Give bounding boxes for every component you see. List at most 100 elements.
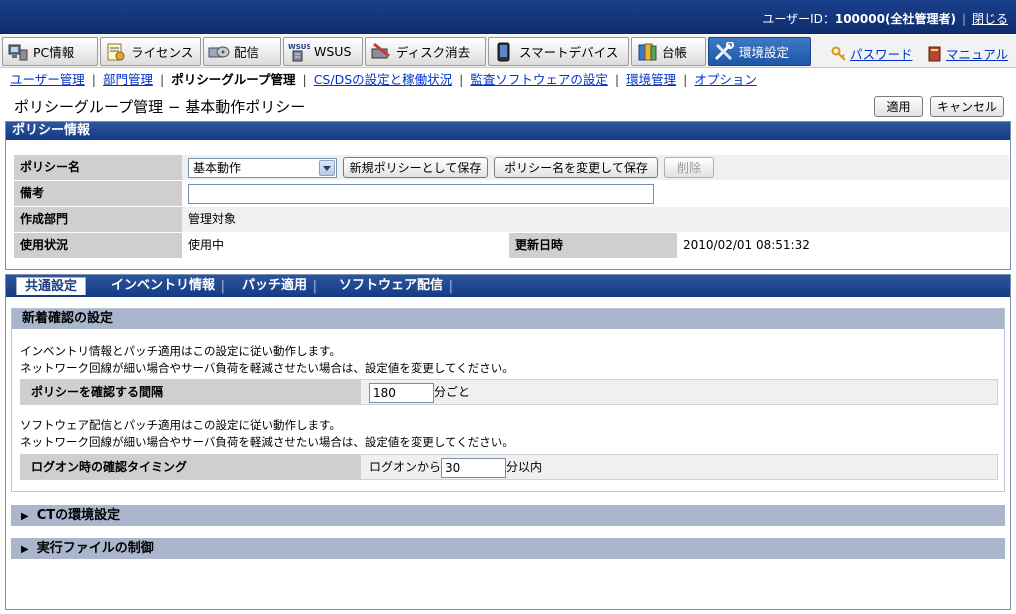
department-label: 作成部門 [14, 207, 182, 232]
delete-button[interactable]: 削除 [664, 157, 714, 178]
updated-at-label: 更新日時 [509, 233, 677, 258]
tab-patch-label: パッチ適用 [242, 278, 308, 293]
user-id-value: 100000(全社管理者) [834, 12, 956, 26]
tab-ledger-label: 台帳 [662, 45, 688, 60]
usage-status-value: 使用中 [182, 233, 509, 258]
interval-row: ポリシーを確認する間隔 180 分ごと [20, 379, 998, 405]
cancel-button[interactable]: キャンセル [930, 96, 1004, 117]
logon-unit: 分以内 [506, 460, 543, 474]
new-check-heading: 新着確認の設定 [12, 309, 1004, 329]
tab-disk-erase[interactable]: ディスク消去 [365, 37, 486, 66]
logon-minutes-input[interactable]: 30 [441, 457, 507, 478]
tab-disk-erase-label: ディスク消去 [396, 45, 471, 60]
department-row: 作成部門 管理対象 [14, 207, 1009, 232]
user-info: ユーザーID：100000(全社管理者) | 閉じる [762, 12, 1008, 26]
ct-settings-label: CTの環境設定 [36, 508, 121, 523]
tab-license[interactable]: ライセンス [100, 37, 201, 66]
tab-wsus-label: WSUS [314, 44, 352, 59]
tab-distribution[interactable]: 配信 [203, 37, 281, 66]
manual-link-wrap: マニュアル [927, 44, 1008, 63]
settings-tab-strip: 共通設定 インベントリ情報 | パッチ適用 | ソフトウェア配信 | [6, 275, 1010, 297]
chevron-down-icon[interactable] [319, 160, 335, 176]
subnav-policy-group-management: ポリシーグループ管理 [171, 72, 296, 87]
svg-text:WSUS: WSUS [288, 43, 310, 51]
tab-environment-settings[interactable]: 環境設定 [708, 37, 811, 66]
apply-button[interactable]: 適用 [874, 96, 923, 117]
sub-nav: ユーザー管理 | 部門管理 | ポリシーグループ管理 | CS/DSの設定と稼働状況 | 監査ソ… [10, 72, 757, 87]
policy-info-panel: ポリシー情報 ポリシー名 基本動作 新規ポリシーとして保存 ポリシー名を変更して… [5, 121, 1011, 270]
tab-software-distribution-label: ソフトウェア配信 [339, 278, 444, 293]
logon-prefix: ログオンから [369, 460, 442, 474]
smart-device-icon [493, 42, 515, 62]
tab-inventory[interactable]: インベントリ情報 | [103, 277, 225, 295]
interval-value-wrap: 180 分ごと [369, 380, 470, 404]
manual-link[interactable]: マニュアル [946, 44, 1008, 63]
interval-label: ポリシーを確認する間隔 [21, 380, 361, 404]
page-title: ポリシーグループ管理 − 基本動作ポリシー [14, 98, 306, 116]
tab-inventory-label: インベントリ情報 [111, 278, 216, 293]
license-icon [105, 42, 127, 62]
tab-wsus[interactable]: WSUS WSUS [283, 37, 363, 66]
subnav-environment-management[interactable]: 環境管理 [626, 72, 676, 87]
password-link[interactable]: パスワード [850, 44, 913, 63]
logon-timing-row: ログオン時の確認タイミング ログオンから 30 分以内 [20, 454, 998, 480]
manual-book-icon [927, 46, 943, 62]
subnav-audit-software-settings[interactable]: 監査ソフトウェアの設定 [470, 72, 608, 87]
tab-software-distribution[interactable]: ソフトウェア配信 | [331, 277, 453, 295]
executable-control-label: 実行ファイルの制御 [36, 541, 154, 556]
tab-license-label: ライセンス [131, 45, 194, 60]
remarks-input[interactable] [188, 184, 654, 204]
rename-and-save-button[interactable]: ポリシー名を変更して保存 [494, 157, 658, 178]
tab-environment-settings-label: 環境設定 [739, 45, 790, 60]
settings-panel: 共通設定 インベントリ情報 | パッチ適用 | ソフトウェア配信 | 新着確認の設定 … [5, 274, 1011, 610]
usage-status-row: 使用状況 使用中 更新日時 2010/02/01 08:51:32 [14, 233, 1009, 258]
subnav-cs-ds-settings[interactable]: CS/DSの設定と稼働状況 [314, 72, 452, 87]
distribution-icon [208, 42, 230, 62]
settings-icon [713, 40, 735, 62]
note-2b: ネットワーク回線が細い場合やサーバ負荷を軽減させたい場合は、設定値を変更してくだ… [20, 435, 514, 449]
remarks-row: 備考 [14, 181, 1009, 206]
tab-distribution-label: 配信 [234, 45, 260, 60]
remarks-label: 備考 [14, 181, 182, 206]
password-link-wrap: パスワード [831, 44, 913, 63]
wsus-icon: WSUS [288, 42, 312, 62]
key-icon [831, 46, 847, 62]
executable-control-section[interactable]: ▶ 実行ファイルの制御 [11, 538, 1005, 559]
policy-name-row: ポリシー名 基本動作 新規ポリシーとして保存 ポリシー名を変更して保存 削除 [14, 155, 1009, 180]
note-1a: インベントリ情報とパッチ適用はこの設定に従い動作します。 [20, 344, 341, 358]
disk-erase-icon [370, 42, 392, 62]
expand-triangle-icon: ▶ [21, 511, 29, 522]
tab-pc-info[interactable]: PC情報 [2, 37, 98, 66]
policy-name-label: ポリシー名 [14, 155, 182, 180]
tab-patch[interactable]: パッチ適用 | [234, 277, 317, 295]
note-1b: ネットワーク回線が細い場合やサーバ負荷を軽減させたい場合は、設定値を変更してくだ… [20, 361, 514, 375]
tab-ledger[interactable]: 台帳 [631, 37, 706, 66]
subnav-options[interactable]: オプション [694, 72, 757, 87]
note-2a: ソフトウェア配信とパッチ適用はこの設定に従い動作します。 [20, 418, 341, 432]
new-check-section: 新着確認の設定 インベントリ情報とパッチ適用はこの設定に従い動作します。 ネット… [11, 308, 1005, 492]
tab-common-settings[interactable]: 共通設定 [16, 277, 87, 295]
subnav-user-management[interactable]: ユーザー管理 [10, 72, 85, 87]
tab-smart-device[interactable]: スマートデバイス [488, 37, 629, 66]
policy-name-selected: 基本動作 [193, 161, 242, 175]
ct-settings-section[interactable]: ▶ CTの環境設定 [11, 505, 1005, 526]
interval-input[interactable]: 180 [369, 382, 434, 403]
top-header: ユーザーID：100000(全社管理者) | 閉じる [0, 0, 1016, 34]
save-as-new-button[interactable]: 新規ポリシーとして保存 [343, 157, 488, 178]
ledger-icon [636, 42, 658, 62]
policy-info-heading: ポリシー情報 [6, 122, 1010, 140]
subnav-department-management[interactable]: 部門管理 [103, 72, 153, 87]
logon-timing-value-wrap: ログオンから 30 分以内 [369, 455, 542, 479]
policy-name-select[interactable]: 基本動作 [188, 158, 337, 178]
main-nav: PC情報 ライセンス 配信 WSUS WSUS ディスク消去 スマートデバイス … [0, 35, 1016, 68]
pc-icon [7, 42, 29, 62]
department-value: 管理対象 [182, 207, 1009, 232]
user-id-label: ユーザーID： [762, 12, 835, 26]
tab-smart-device-label: スマートデバイス [519, 45, 619, 60]
tab-pc-info-label: PC情報 [33, 45, 75, 60]
logon-timing-label: ログオン時の確認タイミング [21, 455, 361, 479]
close-link[interactable]: 閉じる [972, 12, 1008, 26]
usage-status-label: 使用状況 [14, 233, 182, 258]
expand-triangle-icon: ▶ [21, 544, 29, 555]
updated-at-value: 2010/02/01 08:51:32 [677, 233, 1009, 258]
